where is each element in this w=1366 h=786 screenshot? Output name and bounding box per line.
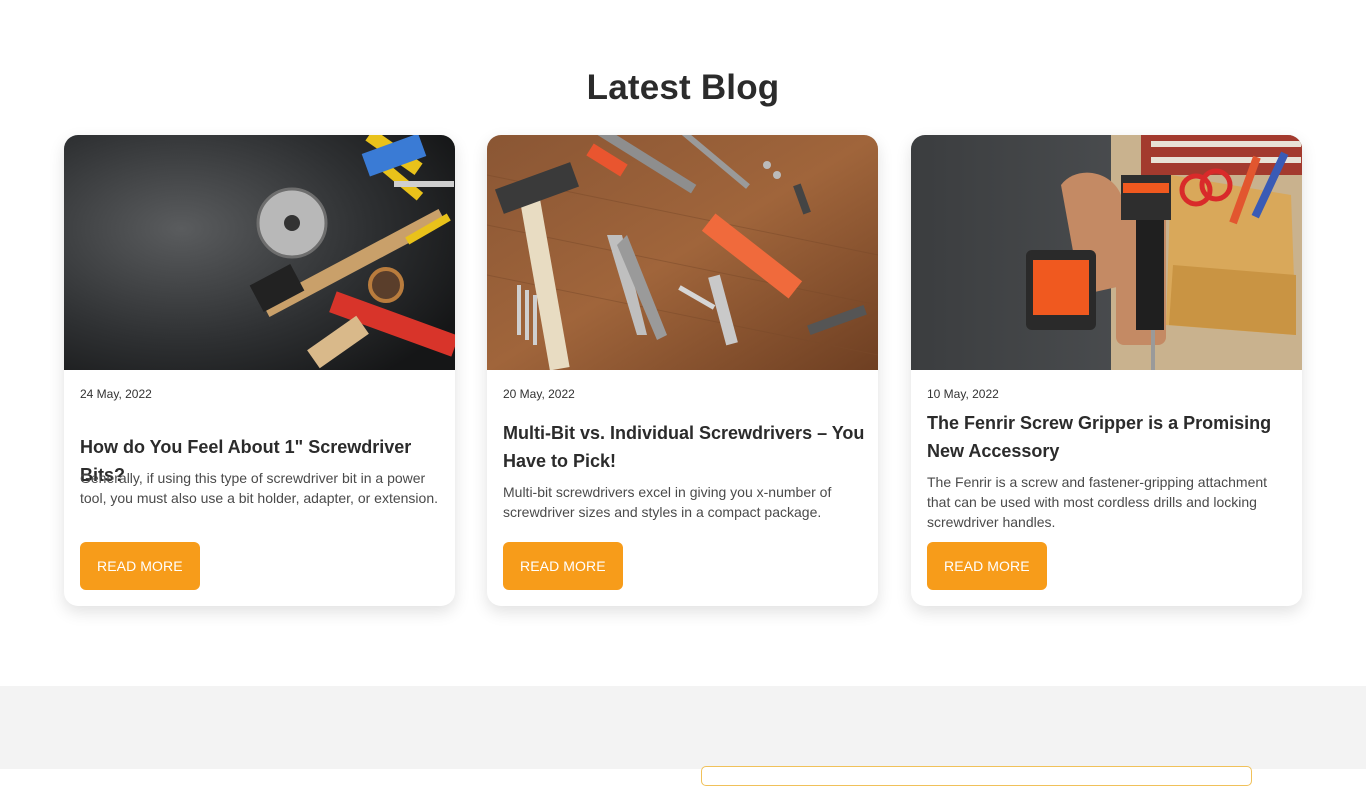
latest-blog-section: Latest Blog 24 May, 2022 How do You Feel…: [0, 0, 1366, 686]
blog-card-image[interactable]: [911, 135, 1302, 370]
section-title: Latest Blog: [586, 68, 780, 107]
footer-band: [0, 686, 1366, 786]
tools-on-wood-table-image: [487, 135, 878, 370]
post-excerpt: Multi-bit screwdrivers excel in giving y…: [503, 484, 832, 520]
post-excerpt: Generally, if using this type of screwdr…: [80, 470, 438, 506]
post-title[interactable]: The Fenrir Screw Gripper is a Promising …: [927, 409, 1289, 465]
blog-card: 20 May, 2022 Multi-Bit vs. Individual Sc…: [487, 135, 878, 606]
footer-panel: [701, 766, 1252, 786]
read-more-button[interactable]: READ MORE: [927, 542, 1047, 590]
post-date: 10 May, 2022: [927, 387, 999, 401]
blog-card: 10 May, 2022 The Fenrir Screw Gripper is…: [911, 135, 1302, 606]
post-date: 20 May, 2022: [503, 387, 575, 401]
blog-card: 24 May, 2022 How do You Feel About 1" Sc…: [64, 135, 455, 606]
blog-card-image[interactable]: [64, 135, 455, 370]
post-title[interactable]: Multi-Bit vs. Individual Screwdrivers – …: [503, 419, 865, 475]
read-more-button[interactable]: READ MORE: [80, 542, 200, 590]
worker-with-cordless-drill-image: [911, 135, 1302, 370]
tools-on-dark-stone-image: [64, 135, 455, 370]
post-date: 24 May, 2022: [80, 387, 152, 401]
read-more-button[interactable]: READ MORE: [503, 542, 623, 590]
blog-card-image[interactable]: [487, 135, 878, 370]
post-excerpt: The Fenrir is a screw and fastener-gripp…: [927, 474, 1268, 530]
